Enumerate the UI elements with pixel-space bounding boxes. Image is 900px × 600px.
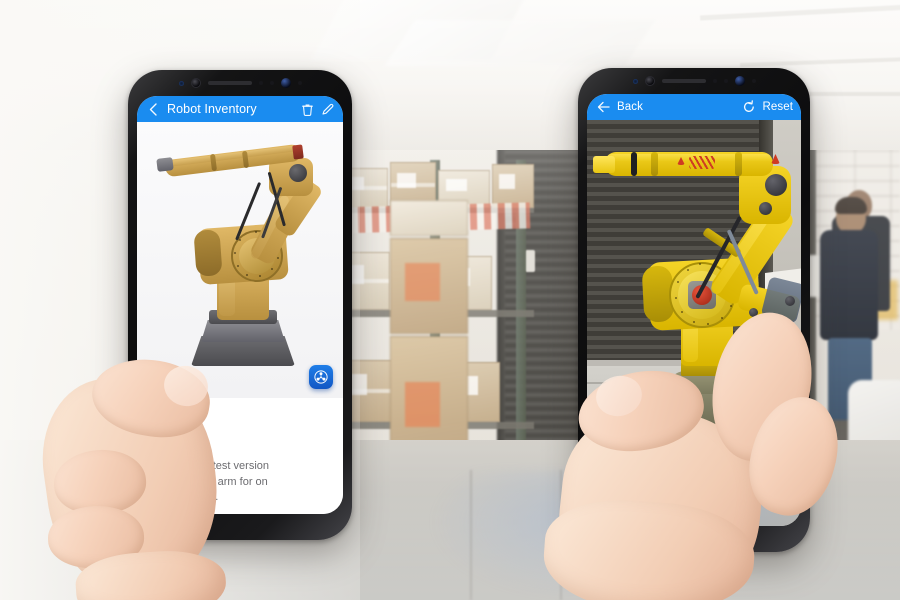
earpiece-speaker xyxy=(207,81,252,85)
trash-icon[interactable] xyxy=(299,100,315,118)
proximity-sensor-icon xyxy=(712,79,717,83)
back-chevron-icon[interactable] xyxy=(145,100,161,118)
sensor-dot-icon xyxy=(297,81,302,85)
stacked-boxes xyxy=(390,200,468,450)
light-sensor-icon xyxy=(723,79,728,83)
left-app-bar: Robot Inventory xyxy=(137,96,343,122)
skylight xyxy=(384,20,656,66)
ir-sensor-icon xyxy=(178,80,184,86)
front-camera-icon xyxy=(280,78,291,88)
phone-right-top-bezel xyxy=(578,68,810,94)
proximity-sensor-icon xyxy=(258,81,263,85)
reset-label[interactable]: Reset xyxy=(762,101,793,113)
iris-scanner-icon xyxy=(644,76,655,86)
right-app-bar: Back Reset xyxy=(587,94,801,120)
ir-sensor-icon xyxy=(632,78,638,84)
ar-cube-icon-button[interactable] xyxy=(309,365,333,389)
iris-scanner-icon xyxy=(190,78,201,88)
left-hand-holding-phone xyxy=(31,330,276,600)
page-title: Robot Inventory xyxy=(167,102,257,116)
right-hand-holding-phone xyxy=(500,303,851,600)
pencil-icon[interactable] xyxy=(319,100,335,118)
back-label[interactable]: Back xyxy=(617,101,643,113)
front-camera-icon xyxy=(734,76,745,86)
arrow-left-icon[interactable] xyxy=(595,98,611,116)
reset-arrow-icon[interactable] xyxy=(741,98,757,116)
earpiece-speaker xyxy=(661,79,706,83)
ar-cube-icon xyxy=(314,370,328,384)
sensor-dot-icon xyxy=(751,79,756,83)
light-sensor-icon xyxy=(269,81,274,85)
phone-left-top-bezel xyxy=(128,70,352,96)
